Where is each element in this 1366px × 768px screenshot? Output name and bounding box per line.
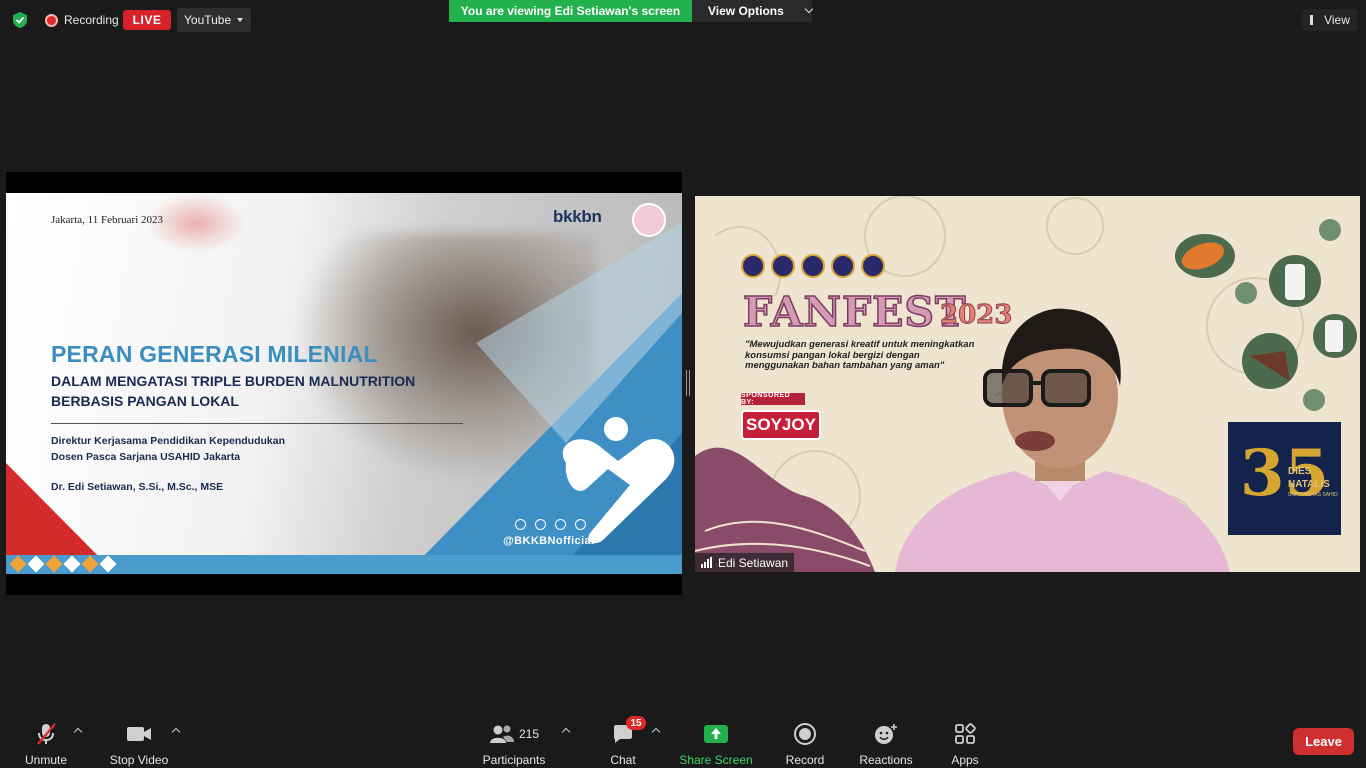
chat-options-chevron-up-icon[interactable] bbox=[651, 727, 661, 737]
microphone-muted-icon bbox=[35, 721, 57, 747]
dies-number: 35 bbox=[1240, 436, 1330, 511]
view-options-button[interactable]: View Options bbox=[692, 0, 814, 22]
recording-label: Recording bbox=[64, 13, 119, 27]
sponsor-logo: SOYJOY bbox=[741, 410, 821, 440]
slide-divider bbox=[51, 423, 463, 424]
presentation-slide: Jakarta, 11 Februari 2023 bkkbn PERAN GE… bbox=[6, 193, 682, 574]
video-options-chevron-up-icon[interactable] bbox=[171, 727, 181, 737]
audio-options-chevron-up-icon[interactable] bbox=[73, 727, 83, 737]
stream-target-dropdown[interactable]: YouTube bbox=[177, 8, 251, 32]
record-label: Record bbox=[785, 753, 825, 767]
participants-label: Participants bbox=[482, 753, 546, 767]
chat-unread-badge: 15 bbox=[626, 716, 646, 730]
participant-name-tag: Edi Setiawan bbox=[695, 553, 795, 572]
security-shield-icon[interactable] bbox=[11, 11, 29, 29]
recording-indicator[interactable]: Recording bbox=[45, 9, 119, 31]
share-screen-label: Share Screen bbox=[679, 753, 753, 767]
reactions-button[interactable]: Reactions bbox=[858, 712, 914, 768]
apps-label: Apps bbox=[951, 753, 979, 767]
participants-icon-group: 215 bbox=[489, 721, 539, 747]
dies-line2: NATALIS bbox=[1288, 479, 1330, 490]
dies-natalis-logo: 35 DIES NATALIS UNIVERSITAS SAHID bbox=[1228, 422, 1341, 535]
participant-name: Edi Setiawan bbox=[718, 555, 789, 570]
organizer-logo-icon bbox=[741, 254, 765, 278]
view-button[interactable]: View bbox=[1302, 9, 1358, 31]
social-handle: @BKKBNofficial bbox=[503, 535, 595, 547]
slide-diamond-pattern bbox=[9, 555, 117, 573]
participants-options-chevron-up-icon[interactable] bbox=[561, 727, 571, 737]
sponsored-label: SPONSORED BY: bbox=[741, 392, 805, 406]
organizer-logo-icon bbox=[801, 254, 825, 278]
shared-screen[interactable]: Jakarta, 11 Februari 2023 bkkbn PERAN GE… bbox=[6, 172, 682, 595]
slide-presenter-name: Dr. Edi Setiawan, S.Si., M.Sc., MSE bbox=[51, 481, 224, 493]
bkkbn-logo: bkkbn bbox=[553, 207, 602, 226]
slide-title: PERAN GENERASI MILENIAL bbox=[51, 341, 378, 367]
reactions-smile-icon bbox=[874, 721, 898, 747]
share-screen-button[interactable]: Share Screen bbox=[679, 712, 753, 768]
record-button[interactable]: Record bbox=[784, 712, 826, 768]
facebook-icon bbox=[515, 519, 526, 530]
youtube-icon bbox=[575, 519, 586, 530]
slide-date: Jakarta, 11 Februari 2023 bbox=[51, 214, 164, 226]
video-camera-icon bbox=[126, 721, 152, 747]
instagram-icon bbox=[535, 519, 546, 530]
view-layout-icon bbox=[1310, 15, 1318, 25]
dies-line1: DIES bbox=[1288, 466, 1312, 477]
participant-video-tile[interactable]: FANFEST 2023 "Mewujudkan generasi kreati… bbox=[695, 196, 1360, 572]
chevron-down-icon bbox=[804, 4, 814, 14]
view-options-label: View Options bbox=[708, 4, 784, 18]
organizer-logo-icon bbox=[831, 254, 855, 278]
meeting-toolbar: Unmute Stop Video 215 Participants 15 Ch… bbox=[0, 712, 1366, 768]
organizer-logo-icon bbox=[861, 254, 885, 278]
chat-label: Chat bbox=[610, 753, 636, 767]
participants-count: 215 bbox=[518, 727, 540, 741]
campaign-badge-icon bbox=[632, 203, 666, 237]
slide-subtitle-line1: DALAM MENGATASI TRIPLE BURDEN MALNUTRITI… bbox=[51, 373, 416, 389]
stop-video-button[interactable]: Stop Video bbox=[106, 712, 172, 768]
slide-subtitle-line2: BERBASIS PANGAN LOKAL bbox=[51, 393, 239, 409]
leave-meeting-button[interactable]: Leave bbox=[1293, 728, 1354, 755]
chat-button[interactable]: 15 Chat bbox=[606, 712, 646, 768]
participants-icon bbox=[489, 725, 514, 743]
meeting-top-bar: Recording LIVE YouTube You are viewing E… bbox=[0, 0, 1366, 40]
apps-icon bbox=[954, 721, 976, 747]
slide-role-line1: Direktur Kerjasama Pendidikan Kependuduk… bbox=[51, 435, 285, 447]
share-screen-icon bbox=[703, 721, 729, 747]
organizer-logos bbox=[741, 254, 885, 278]
slide-role-line2: Dosen Pasca Sarjana USAHID Jakarta bbox=[51, 451, 241, 463]
presenter-figure bbox=[895, 308, 1230, 572]
stop-video-label: Stop Video bbox=[109, 753, 169, 767]
recording-dot-icon bbox=[45, 13, 58, 27]
connection-signal-icon bbox=[701, 557, 712, 568]
stream-target-label: YouTube bbox=[184, 13, 232, 27]
view-label: View bbox=[1324, 13, 1350, 27]
reactions-label: Reactions bbox=[859, 753, 913, 767]
organizer-logo-icon bbox=[771, 254, 795, 278]
apps-button[interactable]: Apps bbox=[948, 712, 982, 768]
dies-line3: UNIVERSITAS SAHID bbox=[1288, 492, 1338, 498]
participants-button[interactable]: 215 Participants bbox=[481, 712, 547, 768]
split-view-resize-handle[interactable] bbox=[686, 370, 690, 396]
twitter-icon bbox=[555, 519, 566, 530]
social-icons bbox=[515, 519, 586, 530]
unmute-label: Unmute bbox=[24, 753, 68, 767]
live-badge[interactable]: LIVE bbox=[123, 10, 171, 30]
viewing-screen-banner: You are viewing Edi Setiawan's screen bbox=[449, 0, 692, 22]
chat-icon-wrap: 15 bbox=[612, 716, 646, 747]
record-icon bbox=[794, 721, 816, 747]
caret-down-icon bbox=[237, 18, 244, 22]
unmute-button[interactable]: Unmute bbox=[22, 712, 70, 768]
